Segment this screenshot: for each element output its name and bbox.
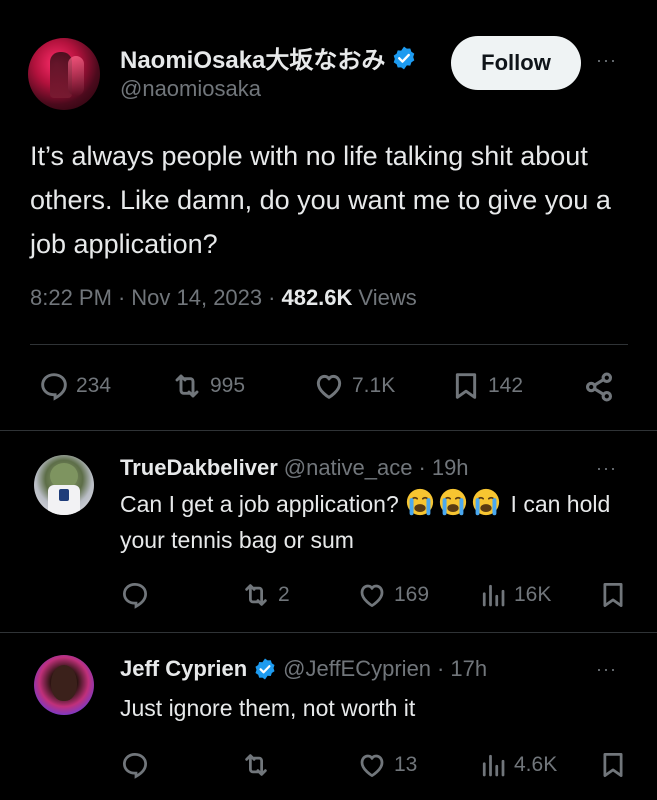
like-button[interactable]: 13 [356, 750, 417, 780]
reply-timestamp[interactable]: 19h [432, 455, 469, 481]
views-icon [482, 754, 505, 777]
repost-icon [245, 584, 267, 606]
like-button[interactable]: 7.1K [312, 370, 395, 402]
divider [30, 344, 628, 345]
meta-separator: · [117, 285, 126, 310]
reply-author-handle[interactable]: @JeffECyprien [283, 656, 431, 682]
tweet-text: It’s always people with no life talking … [30, 141, 611, 259]
repost-count: 995 [210, 374, 246, 397]
bookmark-icon [603, 753, 623, 777]
like-icon [316, 374, 342, 399]
bookmark-count: 142 [488, 374, 524, 397]
divider [0, 632, 657, 633]
like-count: 169 [394, 583, 430, 606]
reply-author-name[interactable]: Jeff Cyprien [120, 656, 247, 682]
reply-icon [122, 582, 148, 609]
reply-header: TrueDakbeliver @native_ace · 19h [120, 455, 469, 481]
tweet-date[interactable]: Nov 14, 2023 [131, 285, 262, 311]
crying-emoji-icon [438, 488, 471, 517]
tweet-meta: 8:22 PM · Nov 14, 2023 · 482.6K Views [30, 285, 417, 311]
views-button[interactable]: 4.6K [478, 750, 557, 780]
verified-icon [391, 45, 417, 71]
views-count: 16K [514, 583, 552, 606]
repost-button[interactable]: 995 [170, 370, 245, 402]
more-options-icon[interactable]: ··· [596, 458, 617, 479]
reply-avatar[interactable] [34, 455, 94, 515]
reply-text-part: Can I get a job application? [120, 491, 406, 517]
like-count: 13 [394, 753, 418, 776]
like-button[interactable]: 169 [356, 580, 429, 610]
tweet-time[interactable]: 8:22 PM [30, 285, 112, 311]
reply-count: 234 [76, 374, 112, 397]
crying-emoji-icon [471, 488, 504, 517]
bookmark-button[interactable] [598, 580, 628, 610]
reply-icon [122, 752, 148, 779]
like-icon [360, 584, 384, 607]
follow-button[interactable]: Follow [451, 36, 581, 90]
reply-button[interactable] [120, 580, 150, 610]
repost-count: 2 [278, 583, 290, 606]
views-count: 482.6K [281, 285, 353, 310]
author-avatar[interactable] [28, 38, 100, 110]
more-options-icon[interactable]: ··· [596, 659, 617, 680]
bookmark-button[interactable] [598, 750, 628, 780]
reply-separator: · [437, 656, 445, 681]
like-icon [360, 754, 384, 777]
reply-header: Jeff Cyprien @JeffECyprien · 17h [120, 656, 487, 682]
reply-timestamp[interactable]: 17h [450, 656, 487, 682]
bookmark-icon [455, 373, 477, 399]
repost-button[interactable] [240, 750, 272, 780]
repost-icon [175, 374, 199, 398]
crying-emoji-icon [405, 488, 438, 517]
share-icon [585, 372, 613, 402]
share-button[interactable] [582, 370, 616, 404]
reply-button[interactable] [120, 750, 150, 780]
divider [0, 430, 657, 431]
more-options-icon[interactable]: ··· [596, 50, 617, 71]
reply-button[interactable]: 234 [38, 370, 111, 402]
bookmark-icon [603, 583, 623, 607]
views-button[interactable]: 16K [478, 580, 551, 610]
bookmark-button[interactable]: 142 [450, 370, 523, 402]
reply-avatar[interactable] [34, 655, 94, 715]
like-count: 7.1K [352, 374, 396, 397]
author-handle[interactable]: @naomiosaka [120, 76, 261, 102]
views-icon [482, 584, 505, 607]
views-count: 4.6K [514, 753, 558, 776]
reply-text: Just ignore them, not worth it [120, 695, 416, 721]
reply-icon [41, 373, 67, 401]
reply-separator: · [418, 455, 426, 480]
author-display-name[interactable]: NaomiOsaka大坂なおみ [120, 40, 385, 75]
meta-separator: · [268, 285, 276, 310]
reply-author-name[interactable]: TrueDakbeliver [120, 455, 278, 481]
repost-button[interactable]: 2 [240, 580, 290, 610]
author-name-row: NaomiOsaka大坂なおみ [120, 40, 417, 75]
repost-icon [245, 754, 267, 776]
reply-text: Can I get a job application? I can hold … [120, 486, 620, 558]
views-label: Views [358, 285, 417, 310]
reply-author-handle[interactable]: @native_ace [284, 455, 413, 481]
verified-icon [253, 657, 277, 681]
